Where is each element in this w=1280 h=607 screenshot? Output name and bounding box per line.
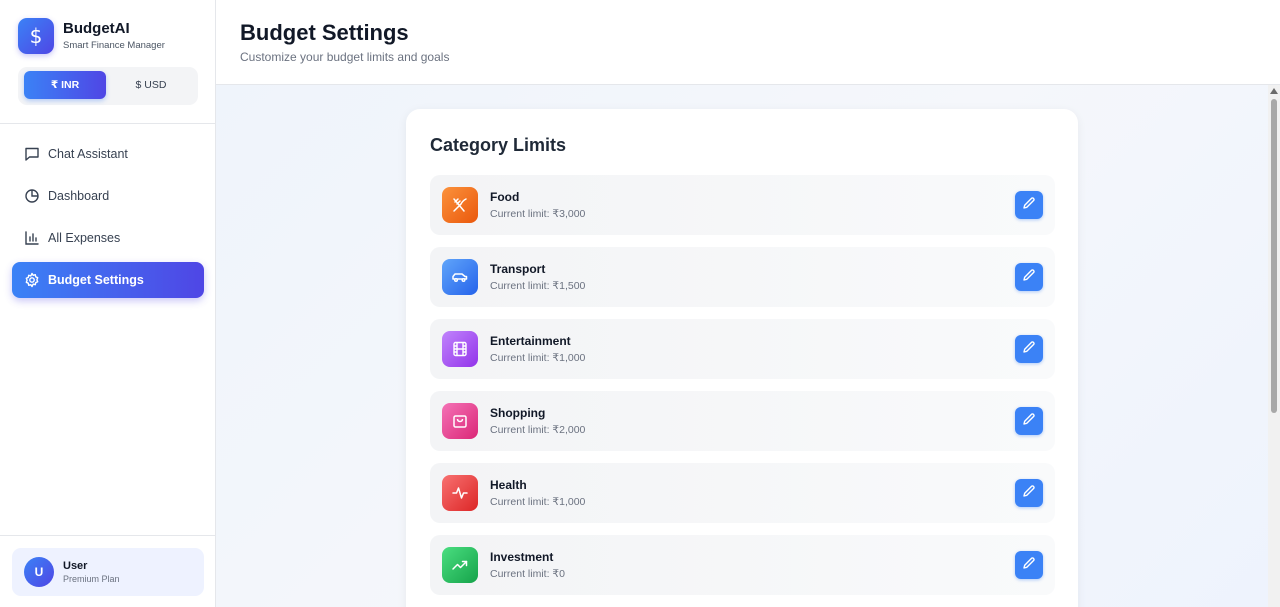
shopping-bag-icon xyxy=(442,403,478,439)
bar-chart-icon xyxy=(24,230,40,246)
currency-inr-button[interactable]: ₹ INR xyxy=(24,71,106,99)
chat-icon xyxy=(24,146,40,162)
vertical-scrollbar[interactable] xyxy=(1268,85,1280,607)
category-limit: Current limit: ₹1,000 xyxy=(490,352,586,364)
main-content: Category Limits Food Current limit: ₹3,0… xyxy=(216,85,1268,607)
category-row-investment: Investment Current limit: ₹0 xyxy=(430,535,1055,595)
car-icon xyxy=(442,259,478,295)
sidebar-item-dashboard[interactable]: Dashboard xyxy=(12,178,204,214)
sidebar-item-label: Chat Assistant xyxy=(48,147,128,161)
sidebar-item-label: Budget Settings xyxy=(48,273,144,287)
edit-health-button[interactable] xyxy=(1015,479,1043,507)
page-title: Budget Settings xyxy=(240,20,409,45)
scroll-up-arrow-icon[interactable] xyxy=(1270,88,1278,94)
avatar: U xyxy=(24,557,54,587)
pencil-icon xyxy=(1022,412,1036,431)
sidebar: $ BudgetAI Smart Finance Manager ₹ INR $… xyxy=(0,0,216,607)
dollar-icon: $ xyxy=(18,18,54,54)
sidebar-item-chat-assistant[interactable]: Chat Assistant xyxy=(12,136,204,172)
page-header: Budget Settings Customize your budget li… xyxy=(216,0,1280,85)
category-limit: Current limit: ₹2,000 xyxy=(490,424,586,436)
svg-text:$: $ xyxy=(30,25,43,47)
category-name: Food xyxy=(490,190,520,204)
category-row-transport: Transport Current limit: ₹1,500 xyxy=(430,247,1055,307)
pencil-icon xyxy=(1022,268,1036,287)
pie-chart-icon xyxy=(24,188,40,204)
category-limit: Current limit: ₹1,000 xyxy=(490,496,586,508)
brand: $ BudgetAI Smart Finance Manager xyxy=(18,18,165,54)
scrollbar-thumb[interactable] xyxy=(1271,99,1277,413)
category-name: Entertainment xyxy=(490,334,571,348)
category-row-food: Food Current limit: ₹3,000 xyxy=(430,175,1055,235)
film-icon xyxy=(442,331,478,367)
page-subtitle: Customize your budget limits and goals xyxy=(240,50,450,64)
pencil-icon xyxy=(1022,484,1036,503)
edit-entertainment-button[interactable] xyxy=(1015,335,1043,363)
pencil-icon xyxy=(1022,556,1036,575)
category-limit: Current limit: ₹1,500 xyxy=(490,280,586,292)
category-limit: Current limit: ₹0 xyxy=(490,568,565,580)
card-title: Category Limits xyxy=(430,135,567,155)
sidebar-divider xyxy=(0,535,215,536)
category-name: Investment xyxy=(490,550,554,564)
category-name: Transport xyxy=(490,262,546,276)
sidebar-item-label: All Expenses xyxy=(48,231,121,245)
brand-name: BudgetAI xyxy=(63,19,130,37)
category-row-shopping: Shopping Current limit: ₹2,000 xyxy=(430,391,1055,451)
category-name: Shopping xyxy=(490,406,546,420)
sidebar-item-budget-settings[interactable]: Budget Settings xyxy=(12,262,204,298)
category-name: Health xyxy=(490,478,527,492)
currency-usd-button[interactable]: $ USD xyxy=(110,71,192,99)
gear-icon xyxy=(24,272,40,288)
user-plan: Premium Plan xyxy=(63,574,120,584)
trending-up-icon xyxy=(442,547,478,583)
category-list: Food Current limit: ₹3,000 Transport Cur… xyxy=(430,175,1055,607)
currency-toggle: ₹ INR $ USD xyxy=(18,67,198,105)
heartbeat-icon xyxy=(442,475,478,511)
brand-subtitle: Smart Finance Manager xyxy=(63,39,165,51)
sidebar-item-label: Dashboard xyxy=(48,189,110,203)
pencil-icon xyxy=(1022,340,1036,359)
sidebar-divider xyxy=(0,123,215,124)
sidebar-nav: Chat Assistant Dashboard All Expenses Bu… xyxy=(12,136,204,304)
sidebar-item-all-expenses[interactable]: All Expenses xyxy=(12,220,204,256)
utensils-icon xyxy=(442,187,478,223)
user-card[interactable]: U User Premium Plan xyxy=(12,548,204,596)
user-name: User xyxy=(63,560,88,572)
category-limit: Current limit: ₹3,000 xyxy=(490,208,586,220)
category-row-entertainment: Entertainment Current limit: ₹1,000 xyxy=(430,319,1055,379)
category-row-health: Health Current limit: ₹1,000 xyxy=(430,463,1055,523)
edit-investment-button[interactable] xyxy=(1015,551,1043,579)
category-limits-card: Category Limits Food Current limit: ₹3,0… xyxy=(406,109,1078,607)
edit-transport-button[interactable] xyxy=(1015,263,1043,291)
edit-shopping-button[interactable] xyxy=(1015,407,1043,435)
edit-food-button[interactable] xyxy=(1015,191,1043,219)
pencil-icon xyxy=(1022,196,1036,215)
